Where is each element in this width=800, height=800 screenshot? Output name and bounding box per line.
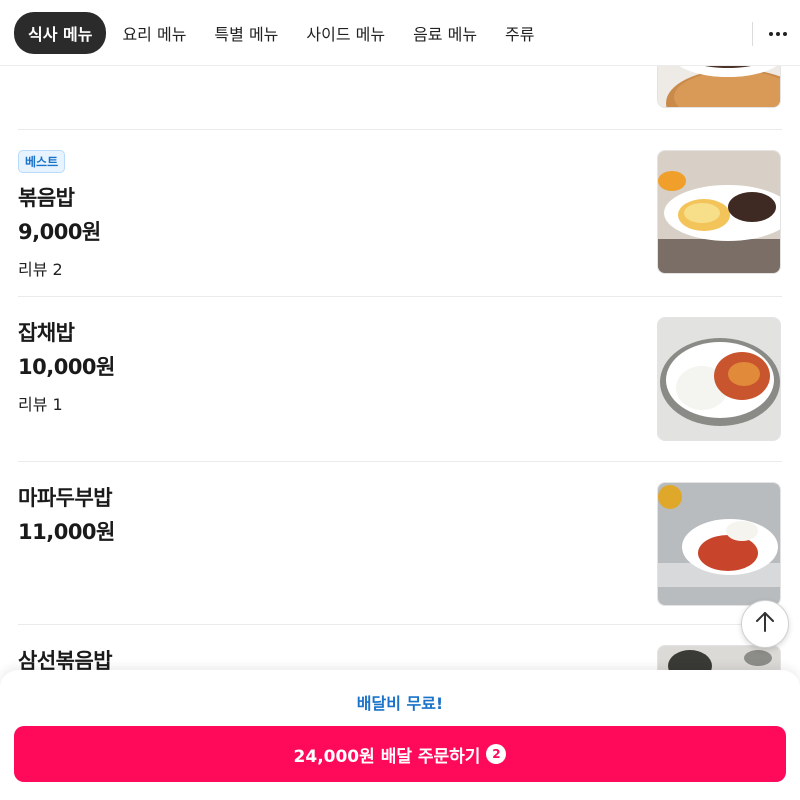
- tab-dish-menu[interactable]: 요리 메뉴: [122, 21, 186, 45]
- category-tabs: 식사 메뉴 요리 메뉴 특별 메뉴 사이드 메뉴 음료 메뉴 주류: [0, 0, 800, 66]
- tab-drink-menu[interactable]: 음료 메뉴: [413, 21, 477, 45]
- menu-item-price: 11,000원: [18, 520, 115, 544]
- list-item[interactable]: 마파두부밥 11,000원: [0, 462, 800, 625]
- list-item[interactable]: 잡채밥 10,000원 리뷰 1: [0, 297, 800, 462]
- divider: [752, 22, 753, 46]
- scroll-top-button[interactable]: [741, 600, 789, 648]
- order-panel: 배달비 무료! 24,000원 배달 주문하기 2: [0, 670, 800, 800]
- tab-liquor[interactable]: 주류: [505, 21, 534, 45]
- menu-item-name: 마파두부밥: [18, 486, 113, 510]
- arrow-up-icon: [753, 610, 777, 638]
- menu-item-image: [657, 150, 781, 274]
- more-horizontal-icon[interactable]: [764, 20, 792, 48]
- tab-special-menu[interactable]: 특별 메뉴: [214, 21, 278, 45]
- menu-item-image: [657, 482, 781, 606]
- menu-item-price: 9,000원: [18, 220, 101, 244]
- menu-item-price: 10,000원: [18, 355, 115, 379]
- menu-item-image: [657, 317, 781, 441]
- list-item[interactable]: 베스트 볶음밥 9,000원 리뷰 2: [0, 130, 800, 297]
- best-badge: 베스트: [18, 150, 66, 173]
- cart-count-badge: 2: [486, 744, 507, 764]
- order-button-label: 24,000원 배달 주문하기: [293, 746, 481, 767]
- tab-meal-menu[interactable]: 식사 메뉴: [14, 11, 107, 54]
- menu-item-review: 리뷰 1: [18, 395, 63, 414]
- order-button[interactable]: 24,000원 배달 주문하기 2: [14, 726, 786, 782]
- delivery-fee-note: 배달비 무료!: [356, 694, 444, 713]
- menu-item-name: 볶음밥: [18, 186, 75, 210]
- menu-item-name: 잡채밥: [18, 321, 75, 345]
- menu-item-review: 리뷰 2: [18, 260, 63, 279]
- tab-side-menu[interactable]: 사이드 메뉴: [306, 21, 385, 45]
